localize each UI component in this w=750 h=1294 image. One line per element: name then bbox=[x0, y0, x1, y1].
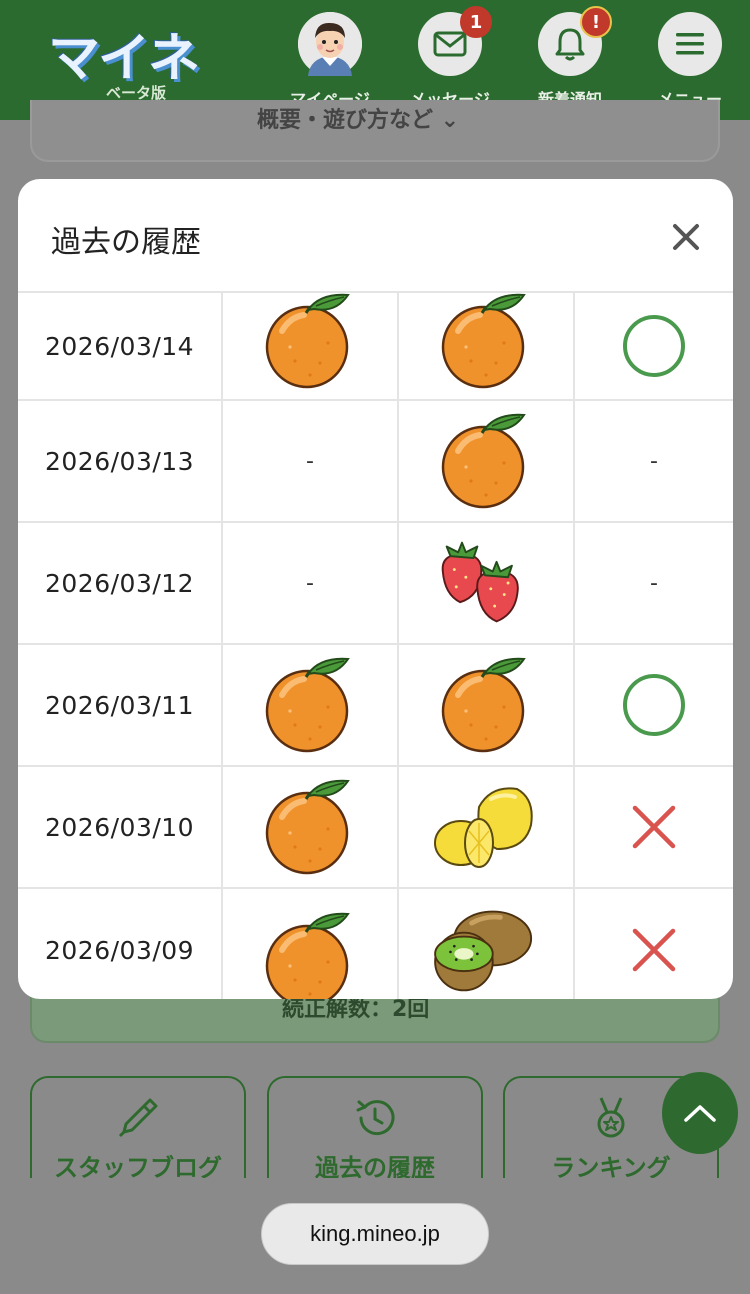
hamburger-icon bbox=[676, 33, 704, 55]
wrong-cross-icon bbox=[632, 805, 676, 849]
correct-circle-icon bbox=[623, 315, 685, 377]
scroll-to-top-button[interactable] bbox=[662, 1072, 738, 1154]
nav-mypage[interactable]: マイページ bbox=[275, 12, 385, 110]
table-row: 2026/03/14 bbox=[18, 291, 733, 401]
row-date: 2026/03/10 bbox=[45, 812, 195, 842]
strawberry-icon bbox=[433, 535, 539, 631]
history-label: 過去の履歴 bbox=[315, 1154, 435, 1178]
wrong-cross-icon bbox=[632, 928, 676, 972]
avatar bbox=[298, 12, 362, 76]
kiwi-icon bbox=[433, 902, 539, 998]
overview-toggle-label: 概要・遊び方など ⌄ bbox=[257, 108, 460, 133]
nav-notifications[interactable]: ! 新着通知 bbox=[515, 6, 625, 110]
empty-result: - bbox=[650, 570, 658, 596]
staff-blog-label: スタッフブログ bbox=[54, 1154, 222, 1178]
orange-icon bbox=[260, 777, 360, 877]
orange-icon bbox=[436, 291, 536, 391]
orange-icon bbox=[260, 291, 360, 391]
notification-badge: ! bbox=[580, 6, 612, 38]
empty-pick: - bbox=[306, 570, 314, 596]
table-row: 2026/03/12 - - bbox=[18, 523, 733, 645]
chevron-up-icon bbox=[684, 1105, 716, 1122]
row-date: 2026/03/12 bbox=[45, 568, 195, 598]
row-date: 2026/03/14 bbox=[45, 331, 195, 361]
logo[interactable]: マイネ王 ベータ版 bbox=[40, 16, 230, 164]
history-icon bbox=[356, 1100, 395, 1136]
medal-icon bbox=[597, 1097, 625, 1138]
orange-icon bbox=[436, 411, 536, 511]
orange-icon bbox=[260, 655, 360, 755]
row-date: 2026/03/13 bbox=[45, 446, 195, 476]
ranking-label: ランキング bbox=[551, 1154, 671, 1178]
table-row: 2026/03/13 - - bbox=[18, 401, 733, 523]
history-button[interactable]: 過去の履歴 bbox=[267, 1076, 483, 1178]
table-row: 2026/03/11 bbox=[18, 645, 733, 767]
pen-icon bbox=[118, 1098, 158, 1138]
history-modal: 過去の履歴 2026/03/14 2026/03/13 - - 2026/03/… bbox=[18, 179, 733, 999]
orange-icon bbox=[260, 910, 360, 999]
row-date: 2026/03/09 bbox=[45, 935, 195, 965]
nav-menu[interactable]: メニュー bbox=[635, 12, 745, 110]
row-date: 2026/03/11 bbox=[45, 690, 195, 720]
table-row: 2026/03/09 bbox=[18, 889, 733, 999]
overview-toggle[interactable]: 概要・遊び方など ⌄ bbox=[30, 100, 720, 162]
message-badge: 1 bbox=[460, 6, 492, 38]
orange-icon bbox=[436, 655, 536, 755]
envelope-icon bbox=[433, 31, 467, 57]
bell-icon bbox=[555, 28, 585, 61]
correct-circle-icon bbox=[623, 674, 685, 736]
empty-pick: - bbox=[306, 448, 314, 474]
lemon-icon bbox=[431, 777, 541, 877]
url-bar[interactable]: king.mineo.jp bbox=[261, 1203, 489, 1265]
avatar-icon bbox=[298, 12, 362, 76]
modal-title: 過去の履歴 bbox=[51, 225, 201, 260]
empty-result: - bbox=[650, 448, 658, 474]
table-row: 2026/03/10 bbox=[18, 767, 733, 889]
staff-blog-button[interactable]: スタッフブログ bbox=[30, 1076, 246, 1178]
nav-messages[interactable]: 1 メッセージ bbox=[395, 6, 505, 110]
close-icon[interactable] bbox=[670, 221, 702, 253]
